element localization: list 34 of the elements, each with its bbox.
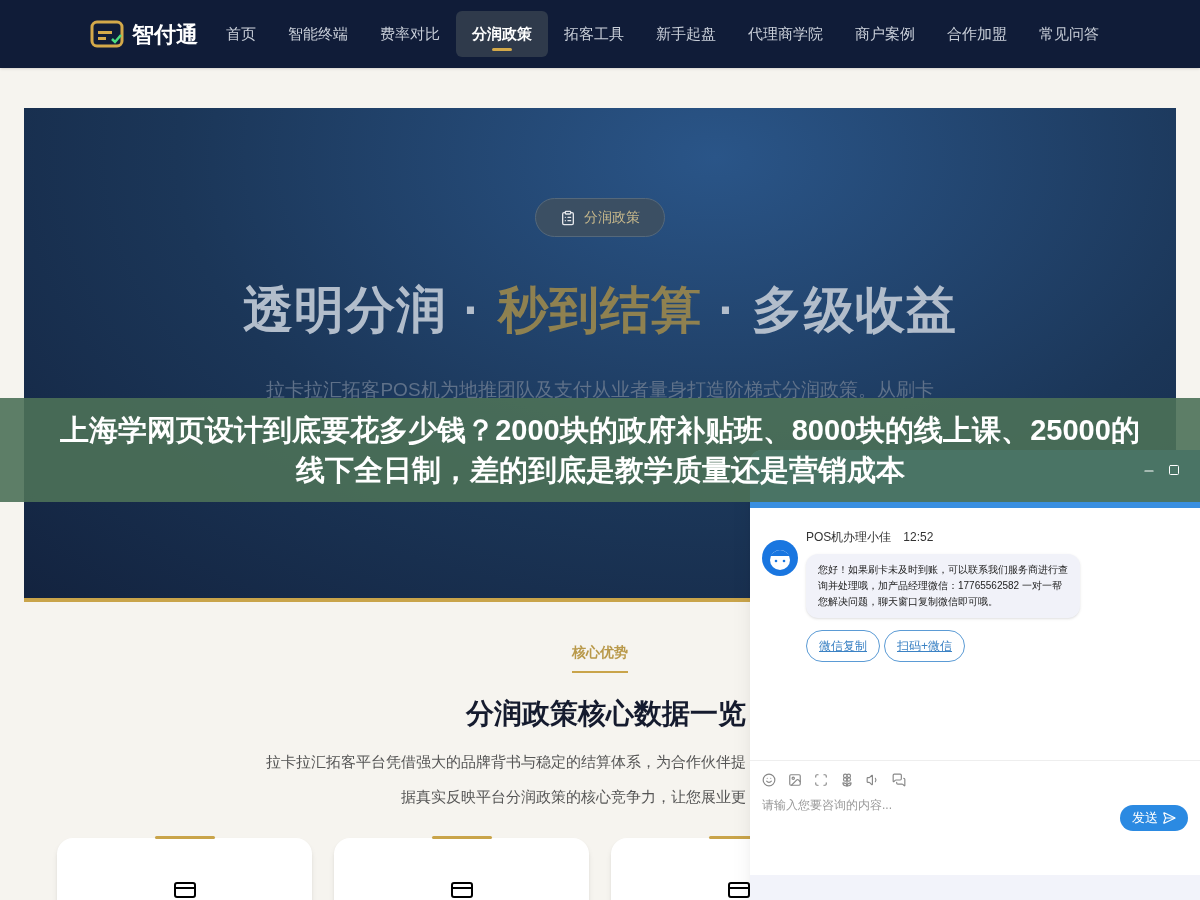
- message-time: 12:52: [903, 529, 934, 546]
- nav-link[interactable]: 常见问答: [1023, 10, 1115, 58]
- agent-name: POS机办理小佳: [806, 529, 892, 546]
- badge-label: 分润政策: [584, 208, 640, 227]
- message-input[interactable]: 请输入您要咨询的内容...: [762, 795, 1062, 815]
- maximize-icon[interactable]: [1168, 464, 1180, 476]
- agent-avatar-icon: [762, 540, 798, 576]
- card-logo-icon: [90, 20, 124, 48]
- caption-text: 上海学网页设计到底要花多少钱？2000块的政府补贴班、8000块的线上课、25000的线下全日制，差的到底是教学质量还是营销成本: [59, 413, 1141, 488]
- section-description: 拉卡拉汇拓客平台凭借强大的品牌背书与稳定的结算体系，为合作伙伴提: [266, 752, 746, 772]
- section-title: 分润政策核心数据一览: [466, 697, 746, 731]
- emoji-icon[interactable]: [762, 773, 776, 787]
- nav-link[interactable]: 智能终端: [272, 10, 364, 58]
- nav-link[interactable]: 代理商学院: [732, 10, 839, 58]
- image-icon[interactable]: [788, 773, 802, 787]
- hero-description: 拉卡拉汇拓客POS机为地推团队及支付从业者量身打造阶梯式分润政策。从刷卡: [266, 378, 934, 402]
- chat-bubbles-icon[interactable]: [892, 773, 906, 787]
- nav-link[interactable]: 首页: [210, 10, 272, 58]
- screenshot-icon[interactable]: [814, 773, 828, 787]
- flower-icon[interactable]: [840, 773, 854, 787]
- send-button[interactable]: 发送: [1120, 805, 1188, 831]
- nav-link[interactable]: 新手起盘: [640, 10, 732, 58]
- nav-link[interactable]: 合作加盟: [931, 10, 1023, 58]
- nav-link[interactable]: 商户案例: [839, 10, 931, 58]
- nav-link[interactable]: 分润政策: [456, 10, 548, 58]
- brand-name[interactable]: 智付通: [132, 17, 198, 51]
- section-description: 据真实反映平台分润政策的核心竞争力，让您展业更: [401, 786, 746, 807]
- section-label: 核心优势: [572, 642, 628, 673]
- nav-link[interactable]: 费率对比: [364, 10, 456, 58]
- clipboard-icon: [560, 209, 576, 226]
- nav-link[interactable]: 拓客工具: [548, 10, 640, 58]
- message-bubble: 您好！如果刷卡未及时到账，可以联系我们服务商进行查询并处理哦，加产品经理微信：17765562582 一对一帮您解决问题，聊天窗口复制微信即可哦。: [806, 554, 1080, 618]
- hero-title: 透明分润 · 秒到结算 · 多级收益: [242, 281, 958, 340]
- send-icon: [1162, 811, 1176, 825]
